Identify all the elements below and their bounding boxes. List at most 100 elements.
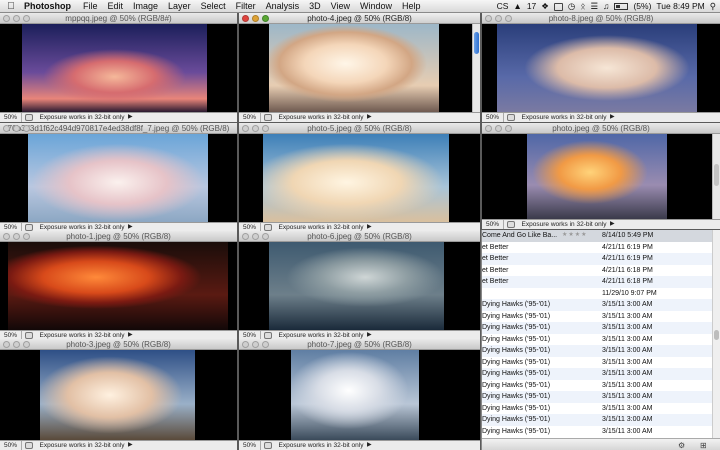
minimize-button[interactable] [252, 125, 259, 132]
apple-menu-icon[interactable]:  [0, 0, 22, 13]
list-row[interactable]: Dying Hawks ('95-'01) 3/15/11 3:00 AM [482, 311, 720, 323]
document-window[interactable]: 70b3d3d1f62c494d970817e4ed38df8f_7.jpeg … [0, 123, 237, 232]
scrollbar-thumb[interactable] [714, 164, 719, 186]
dropbox-icon[interactable]: ❖ [541, 0, 549, 13]
vertical-scrollbar[interactable] [712, 134, 720, 219]
spotlight-icon[interactable]: ⚲ [710, 0, 716, 13]
close-button[interactable] [485, 125, 492, 132]
image-canvas[interactable] [482, 24, 720, 112]
image-canvas[interactable] [239, 24, 472, 112]
status-menu-arrow-icon[interactable]: ▶ [367, 441, 375, 450]
document-window[interactable]: photo-5.jpeg @ 50% (RGB/8) 50% Exposure … [239, 123, 480, 232]
minimize-button[interactable] [495, 125, 502, 132]
image-canvas[interactable] [239, 350, 480, 440]
list-row[interactable]: Dying Hawks ('95-'01) 3/15/11 3:00 AM [482, 334, 720, 346]
image-canvas[interactable] [239, 134, 480, 222]
close-button[interactable] [242, 233, 249, 240]
zoom-button[interactable] [505, 125, 512, 132]
window-title-bar[interactable]: photo-8.jpeg @ 50% (RGB/8) [482, 13, 720, 24]
battery-icon[interactable] [614, 3, 629, 10]
zoom-level[interactable]: 50% [482, 220, 504, 229]
app-menu[interactable]: Photoshop [22, 0, 78, 13]
zoom-button[interactable] [262, 341, 269, 348]
minimize-button[interactable] [13, 125, 20, 132]
zoom-button[interactable] [23, 125, 30, 132]
image-canvas[interactable] [239, 242, 480, 330]
minimize-button[interactable] [252, 233, 259, 240]
add-icon[interactable]: ⊞ [700, 441, 707, 450]
document-window[interactable]: photo-6.jpeg @ 50% (RGB/8) 50% Exposure … [239, 231, 480, 340]
image-canvas[interactable] [482, 134, 712, 219]
list-row[interactable]: Dying Hawks ('95-'01) 3/15/11 3:00 AM [482, 345, 720, 357]
status-menu-arrow-icon[interactable]: ▶ [610, 113, 618, 122]
close-button[interactable] [3, 341, 10, 348]
close-button[interactable] [3, 15, 10, 22]
zoom-level[interactable]: 50% [482, 113, 504, 122]
list-row[interactable]: Dying Hawks ('95-'01) 3/15/11 3:00 AM [482, 299, 720, 311]
zoom-level[interactable]: 50% [0, 441, 22, 450]
list-row[interactable]: Dying Hawks ('95-'01) 3/15/11 3:00 AM [482, 391, 720, 403]
rating-stars[interactable]: ★★★★ [562, 230, 588, 242]
vertical-scrollbar[interactable] [472, 24, 480, 112]
zoom-button[interactable] [262, 125, 269, 132]
menu-file[interactable]: File [78, 0, 103, 13]
scrollbar-thumb[interactable] [714, 330, 719, 340]
window-title-bar[interactable]: photo.jpeg @ 50% (RGB/8) [482, 123, 720, 134]
list-row[interactable]: Come And Go Like Ba... ★★★★ 8/14/10 5:49 P… [482, 230, 720, 242]
notification-count[interactable]: 17 [527, 0, 536, 13]
image-canvas[interactable] [0, 24, 237, 112]
battery-percent[interactable]: (5%) [633, 0, 651, 13]
document-window[interactable]: photo.jpeg @ 50% (RGB/8) 50% Exposure wo… [482, 123, 720, 229]
minimize-button[interactable] [495, 15, 502, 22]
timemachine-icon[interactable]: ◷ [568, 0, 575, 13]
document-window[interactable]: mppqq.jpeg @ 50% (RGB/8#) 50% Exposure w… [0, 13, 237, 122]
minimize-button[interactable] [13, 15, 20, 22]
window-title-bar[interactable]: mppqq.jpeg @ 50% (RGB/8#) [0, 13, 237, 24]
window-title-bar[interactable]: photo-4.jpeg @ 50% (RGB/8) [239, 13, 480, 24]
minimize-button[interactable] [252, 341, 259, 348]
clock[interactable]: Tue 8:49 PM [656, 0, 704, 13]
menu-layer[interactable]: Layer [163, 0, 196, 13]
window-title-bar[interactable]: photo-1.jpeg @ 50% (RGB/8) [0, 231, 237, 242]
status-menu-arrow-icon[interactable]: ▶ [128, 113, 136, 122]
menu-image[interactable]: Image [128, 0, 163, 13]
wifi-icon[interactable]: ☰ [590, 0, 598, 13]
status-menu-arrow-icon[interactable]: ▶ [128, 441, 136, 450]
settings-gear-icon[interactable]: ⚙ [678, 441, 685, 450]
window-title-bar[interactable]: photo-5.jpeg @ 50% (RGB/8) [239, 123, 480, 134]
cs-status[interactable]: CS [497, 0, 509, 13]
list-row[interactable]: Dying Hawks ('95-'01) 3/15/11 3:00 AM [482, 322, 720, 334]
zoom-level[interactable]: 50% [0, 113, 22, 122]
volume-icon[interactable]: ♫ [603, 0, 609, 13]
status-menu-arrow-icon[interactable]: ▶ [610, 220, 618, 229]
document-window[interactable]: photo-4.jpeg @ 50% (RGB/8) 50% Exposure … [239, 13, 480, 122]
adobe-icon[interactable]: ▲ [513, 0, 521, 13]
list-row[interactable]: Dying Hawks ('95-'01) 3/15/11 3:00 AM [482, 414, 720, 426]
minimize-button[interactable] [13, 233, 20, 240]
zoom-button[interactable] [23, 15, 30, 22]
window-title-bar[interactable]: photo-6.jpeg @ 50% (RGB/8) [239, 231, 480, 242]
list-row[interactable]: et Better 4/21/11 6:19 PM [482, 253, 720, 265]
menu-view[interactable]: View [326, 0, 355, 13]
menu-help[interactable]: Help [397, 0, 426, 13]
document-window[interactable]: photo-3.jpeg @ 50% (RGB/8) 50% Exposure … [0, 339, 237, 450]
monitor-icon[interactable] [553, 2, 563, 11]
list-row[interactable]: et Better 4/21/11 6:18 PM [482, 265, 720, 277]
window-title-bar[interactable]: photo-3.jpeg @ 50% (RGB/8) [0, 339, 237, 350]
document-window[interactable]: photo-1.jpeg @ 50% (RGB/8) 50% Exposure … [0, 231, 237, 340]
image-canvas[interactable] [0, 134, 237, 222]
minimize-button[interactable] [13, 341, 20, 348]
list-row[interactable]: et Better 4/21/11 6:19 PM [482, 242, 720, 254]
window-title-bar[interactable]: 70b3d3d1f62c494d970817e4ed38df8f_7.jpeg … [0, 123, 237, 134]
song-list-panel[interactable]: Come And Go Like Ba... ★★★★ 8/14/10 5:49 P… [481, 230, 720, 450]
document-window[interactable]: photo-8.jpeg @ 50% (RGB/8) 50% Exposure … [482, 13, 720, 122]
list-row[interactable]: 11/29/10 9:07 PM [482, 288, 720, 300]
window-title-bar[interactable]: photo-7.jpeg @ 50% (RGB/8) [239, 339, 480, 350]
zoom-button[interactable] [23, 341, 30, 348]
menu-analysis[interactable]: Analysis [261, 0, 305, 13]
list-row[interactable]: Dying Hawks ('95-'01) 3/15/11 3:00 AM [482, 357, 720, 369]
close-button[interactable] [242, 15, 249, 22]
menu-window[interactable]: Window [355, 0, 397, 13]
menu-select[interactable]: Select [196, 0, 231, 13]
zoom-button[interactable] [505, 15, 512, 22]
